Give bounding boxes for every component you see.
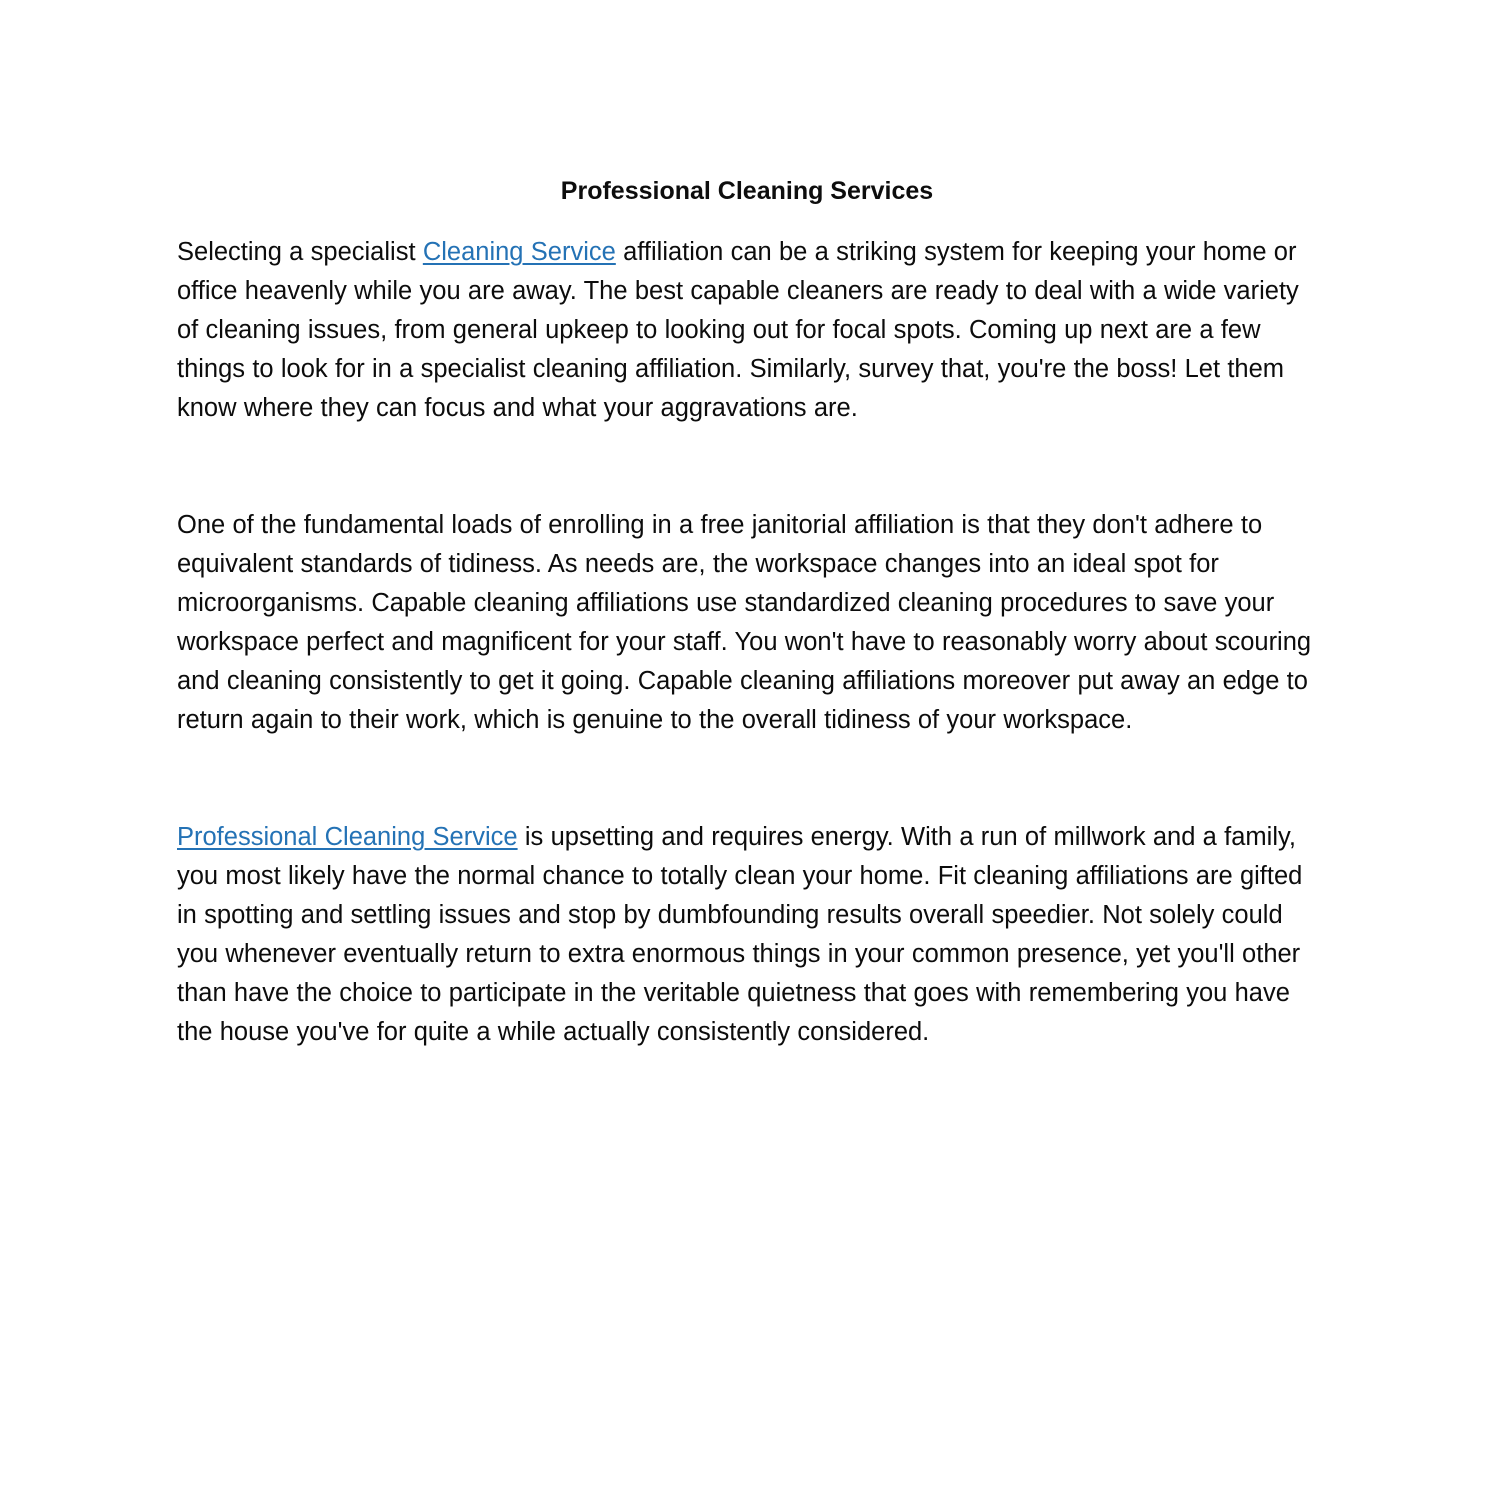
paragraph-1-text-lead: Selecting a specialist <box>177 238 423 266</box>
paragraph-2: One of the fundamental loads of enrollin… <box>177 506 1317 740</box>
cleaning-service-link[interactable]: Cleaning Service <box>423 238 616 266</box>
paragraph-2-text: One of the fundamental loads of enrollin… <box>177 511 1312 734</box>
paragraph-3-text: is upsetting and requires energy. With a… <box>177 823 1303 1046</box>
page-title: Professional Cleaning Services <box>560 177 934 205</box>
paragraph-3: Professional Cleaning Service is upsetti… <box>177 818 1317 1052</box>
professional-cleaning-service-link[interactable]: Professional Cleaning Service <box>177 823 518 851</box>
paragraph-gap-2 <box>177 740 1317 818</box>
title-spacer <box>177 210 1317 233</box>
paragraph-gap-1 <box>177 428 1317 506</box>
paragraph-1: Selecting a specialist Cleaning Service … <box>177 233 1317 428</box>
document-page: Professional Cleaning Services Selecting… <box>0 0 1500 1500</box>
document-body: Professional Cleaning Services Selecting… <box>177 172 1317 1052</box>
